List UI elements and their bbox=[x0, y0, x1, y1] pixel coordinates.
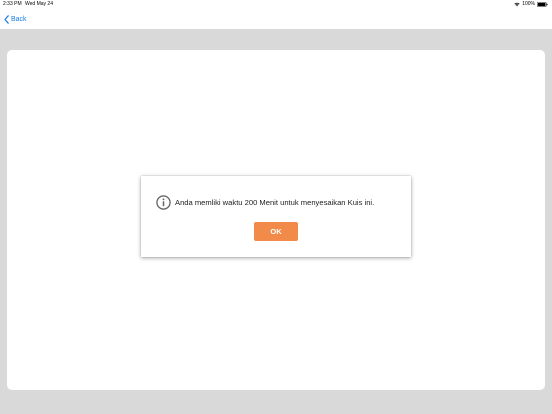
time-text: 2:33 PM bbox=[3, 1, 22, 7]
date-text: Wed May 24 bbox=[25, 1, 53, 7]
battery-icon bbox=[537, 2, 548, 7]
back-label: Back bbox=[11, 15, 27, 23]
status-time: 2:33 PM Wed May 24 bbox=[3, 0, 53, 9]
battery-percent: 100% bbox=[522, 1, 535, 7]
status-indicators: 100% bbox=[514, 0, 548, 9]
ok-button[interactable]: OK bbox=[254, 222, 298, 241]
wifi-icon bbox=[514, 2, 520, 7]
dialog-message: Anda memliki waktu 200 Menit untuk menye… bbox=[175, 197, 375, 207]
info-icon bbox=[156, 194, 171, 210]
top-bar: 2:33 PM Wed May 24 100% Back bbox=[0, 0, 552, 29]
dialog-message-row: Anda memliki waktu 200 Menit untuk menye… bbox=[156, 194, 401, 210]
chevron-left-icon bbox=[4, 14, 9, 24]
back-button[interactable]: Back bbox=[4, 13, 27, 25]
status-bar: 2:33 PM Wed May 24 100% bbox=[0, 0, 552, 9]
quiz-time-dialog: Anda memliki waktu 200 Menit untuk menye… bbox=[141, 176, 411, 257]
